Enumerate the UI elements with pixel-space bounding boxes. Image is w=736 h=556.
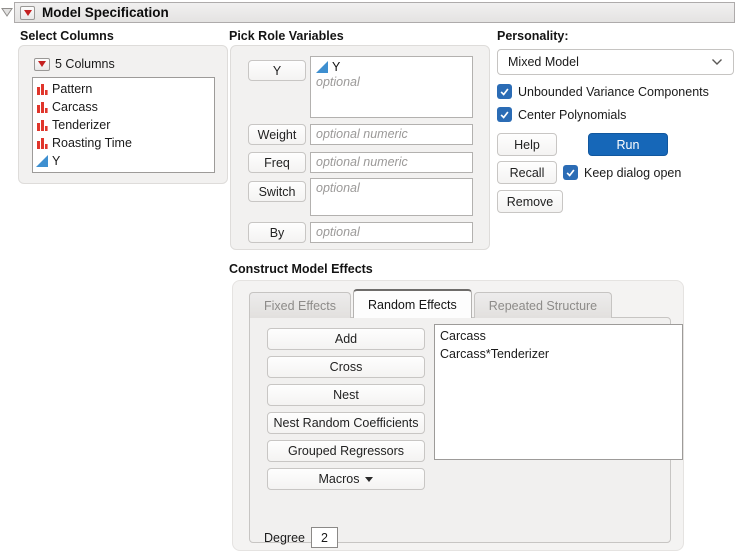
list-item[interactable]: Tenderizer xyxy=(33,116,214,134)
keep-dialog-open-checkbox-row[interactable]: Keep dialog open xyxy=(563,165,681,180)
column-name: Pattern xyxy=(52,82,93,96)
degree-input[interactable]: 2 xyxy=(311,527,338,548)
y-role-box[interactable]: Y optional xyxy=(310,56,473,118)
list-item[interactable]: Carcass*Tenderizer xyxy=(435,345,682,363)
list-item[interactable]: Roasting Time xyxy=(33,134,214,152)
weight-role-button[interactable]: Weight xyxy=(248,124,306,145)
macros-button-label: Macros xyxy=(318,472,360,486)
weight-role-placeholder: optional numeric xyxy=(316,127,408,141)
help-button[interactable]: Help xyxy=(497,133,557,156)
freq-role-button[interactable]: Freq xyxy=(248,152,306,173)
outline-collapse-icon[interactable] xyxy=(1,6,13,18)
checkbox-label: Unbounded Variance Components xyxy=(518,84,709,99)
degree-label: Degree xyxy=(264,530,305,545)
columns-filter-header: 5 Columns xyxy=(34,57,115,71)
nominal-bars-icon xyxy=(37,120,48,131)
continuous-triangle-icon xyxy=(316,61,328,73)
columns-filter-menu-button[interactable] xyxy=(34,57,50,71)
red-triangle-icon xyxy=(23,9,32,16)
center-polynomials-checkbox-row[interactable]: Center Polynomials xyxy=(497,107,626,122)
tab-random-effects[interactable]: Random Effects xyxy=(353,289,472,318)
columns-count-label: 5 Columns xyxy=(55,57,115,71)
recall-button[interactable]: Recall xyxy=(497,161,557,184)
nest-button[interactable]: Nest xyxy=(267,384,425,406)
outline-title-bar: Model Specification xyxy=(14,2,735,23)
add-button[interactable]: Add xyxy=(267,328,425,350)
checkbox-checked-icon[interactable] xyxy=(497,84,512,99)
y-role-placeholder: optional xyxy=(316,75,360,89)
list-item[interactable]: Pattern xyxy=(33,80,214,98)
tab-repeated-structure[interactable]: Repeated Structure xyxy=(473,292,613,318)
switch-role-placeholder: optional xyxy=(316,181,360,195)
pick-roles-title: Pick Role Variables xyxy=(229,29,344,43)
unbounded-variance-checkbox-row[interactable]: Unbounded Variance Components xyxy=(497,84,709,99)
nest-random-coefficients-button[interactable]: Nest Random Coefficients xyxy=(267,412,425,434)
model-effects-panel: Fixed Effects Random Effects Repeated St… xyxy=(232,280,684,551)
freq-role-placeholder: optional numeric xyxy=(316,155,408,169)
checkbox-checked-icon[interactable] xyxy=(497,107,512,122)
column-name: Y xyxy=(52,154,61,168)
list-item[interactable]: Carcass xyxy=(33,98,214,116)
assigned-variable[interactable]: Y xyxy=(316,59,467,75)
dropdown-triangle-icon xyxy=(365,476,374,482)
nominal-bars-icon xyxy=(37,102,48,113)
columns-listbox[interactable]: Pattern Carcass Tenderizer Roasting Time… xyxy=(32,77,215,173)
remove-button[interactable]: Remove xyxy=(497,190,563,213)
list-item[interactable]: Carcass xyxy=(435,327,682,345)
column-name: Tenderizer xyxy=(52,118,111,132)
column-name: Roasting Time xyxy=(52,136,132,150)
pick-roles-panel: Y Y optional Weight optional numeric Fre… xyxy=(230,45,490,250)
switch-role-button[interactable]: Switch xyxy=(248,181,306,202)
freq-role-box[interactable]: optional numeric xyxy=(310,152,473,173)
switch-role-box[interactable]: optional xyxy=(310,178,473,216)
tab-fixed-effects[interactable]: Fixed Effects xyxy=(249,292,352,318)
red-triangle-icon xyxy=(38,61,46,67)
checkbox-label: Keep dialog open xyxy=(584,165,682,180)
weight-role-box[interactable]: optional numeric xyxy=(310,124,473,145)
personality-label: Personality: xyxy=(497,29,569,43)
effects-tab-bar: Fixed Effects Random Effects Repeated St… xyxy=(249,289,613,318)
assigned-variable-name: Y xyxy=(332,60,341,74)
nominal-bars-icon xyxy=(37,84,48,95)
red-triangle-menu-button[interactable] xyxy=(20,5,35,20)
continuous-triangle-icon xyxy=(36,155,48,167)
by-role-button[interactable]: By xyxy=(248,222,306,243)
grouped-regressors-button[interactable]: Grouped Regressors xyxy=(267,440,425,462)
macros-button[interactable]: Macros xyxy=(267,468,425,490)
page-title: Model Specification xyxy=(42,5,169,20)
select-columns-panel: 5 Columns Pattern Carcass Tenderizer Roa… xyxy=(18,45,228,184)
random-effects-tab-content: Add Cross Nest Nest Random Coefficients … xyxy=(249,317,683,548)
by-role-placeholder: optional xyxy=(316,225,360,239)
checkbox-checked-icon[interactable] xyxy=(563,165,578,180)
personality-dropdown[interactable]: Mixed Model xyxy=(497,49,734,75)
column-name: Carcass xyxy=(52,100,98,114)
chevron-down-icon xyxy=(712,59,722,65)
by-role-box[interactable]: optional xyxy=(310,222,473,243)
cross-button[interactable]: Cross xyxy=(267,356,425,378)
effects-listbox[interactable]: Carcass Carcass*Tenderizer xyxy=(434,324,683,460)
select-columns-title: Select Columns xyxy=(20,29,114,43)
model-effects-title: Construct Model Effects xyxy=(229,262,373,276)
nominal-bars-icon xyxy=(37,138,48,149)
personality-selected-value: Mixed Model xyxy=(508,55,579,69)
run-button[interactable]: Run xyxy=(588,133,668,156)
checkbox-label: Center Polynomials xyxy=(518,107,627,122)
model-specification-window: Model Specification Select Columns 5 Col… xyxy=(0,0,736,556)
y-role-button[interactable]: Y xyxy=(248,60,306,81)
degree-row: Degree 2 xyxy=(264,527,338,548)
list-item[interactable]: Y xyxy=(33,152,214,170)
